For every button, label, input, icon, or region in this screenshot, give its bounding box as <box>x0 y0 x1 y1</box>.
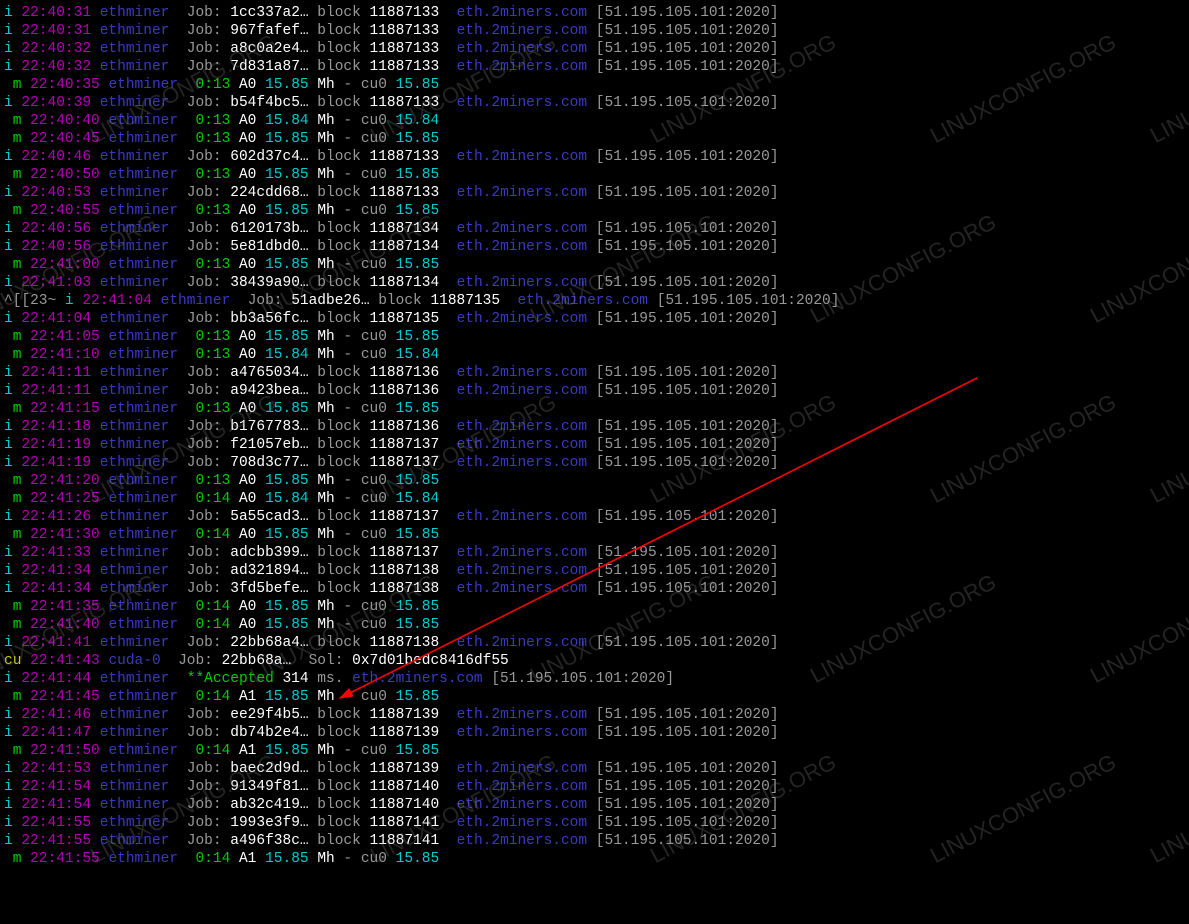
log-line: m 22:41:45 ethminer 0:14 A1 15.85 Mh - c… <box>4 688 1185 706</box>
log-line: m 22:41:35 ethminer 0:14 A0 15.85 Mh - c… <box>4 598 1185 616</box>
log-line: i 22:41:54 ethminer Job: 91349f81… block… <box>4 778 1185 796</box>
log-line: i 22:41:41 ethminer Job: 22bb68a4… block… <box>4 634 1185 652</box>
log-line: i 22:40:31 ethminer Job: 1cc337a2… block… <box>4 4 1185 22</box>
log-line: i 22:41:34 ethminer Job: 3fd5befe… block… <box>4 580 1185 598</box>
log-line: i 22:40:31 ethminer Job: 967fafef… block… <box>4 22 1185 40</box>
log-line: i 22:40:46 ethminer Job: 602d37c4… block… <box>4 148 1185 166</box>
log-line: i 22:41:44 ethminer **Accepted 314 ms. e… <box>4 670 1185 688</box>
log-line: i 22:41:03 ethminer Job: 38439a90… block… <box>4 274 1185 292</box>
log-line: i 22:40:39 ethminer Job: b54f4bc5… block… <box>4 94 1185 112</box>
log-line: m 22:41:25 ethminer 0:14 A0 15.84 Mh - c… <box>4 490 1185 508</box>
log-line: i 22:41:55 ethminer Job: a496f38c… block… <box>4 832 1185 850</box>
log-line: m 22:40:50 ethminer 0:13 A0 15.85 Mh - c… <box>4 166 1185 184</box>
log-line: m 22:40:35 ethminer 0:13 A0 15.85 Mh - c… <box>4 76 1185 94</box>
log-line: i 22:40:53 ethminer Job: 224cdd68… block… <box>4 184 1185 202</box>
log-line: m 22:40:40 ethminer 0:13 A0 15.84 Mh - c… <box>4 112 1185 130</box>
log-line: i 22:41:19 ethminer Job: 708d3c77… block… <box>4 454 1185 472</box>
terminal-output: i 22:40:31 ethminer Job: 1cc337a2… block… <box>4 4 1185 868</box>
log-line: cu 22:41:43 cuda-0 Job: 22bb68a… Sol: 0x… <box>4 652 1185 670</box>
log-line: i 22:41:47 ethminer Job: db74b2e4… block… <box>4 724 1185 742</box>
log-line: i 22:40:56 ethminer Job: 5e81dbd0… block… <box>4 238 1185 256</box>
log-line: i 22:41:46 ethminer Job: ee29f4b5… block… <box>4 706 1185 724</box>
log-line: ^[[23~ i 22:41:04 ethminer Job: 51adbe26… <box>4 292 1185 310</box>
log-line: m 22:41:20 ethminer 0:13 A0 15.85 Mh - c… <box>4 472 1185 490</box>
log-line: m 22:41:55 ethminer 0:14 A1 15.85 Mh - c… <box>4 850 1185 868</box>
log-line: i 22:41:33 ethminer Job: adcbb399… block… <box>4 544 1185 562</box>
log-line: m 22:40:55 ethminer 0:13 A0 15.85 Mh - c… <box>4 202 1185 220</box>
log-line: m 22:41:15 ethminer 0:13 A0 15.85 Mh - c… <box>4 400 1185 418</box>
log-line: i 22:40:32 ethminer Job: 7d831a87… block… <box>4 58 1185 76</box>
log-line: i 22:41:04 ethminer Job: bb3a56fc… block… <box>4 310 1185 328</box>
log-line: i 22:41:55 ethminer Job: 1993e3f9… block… <box>4 814 1185 832</box>
log-line: i 22:41:34 ethminer Job: ad321894… block… <box>4 562 1185 580</box>
log-line: m 22:41:40 ethminer 0:14 A0 15.85 Mh - c… <box>4 616 1185 634</box>
log-line: m 22:41:30 ethminer 0:14 A0 15.85 Mh - c… <box>4 526 1185 544</box>
log-line: m 22:41:50 ethminer 0:14 A1 15.85 Mh - c… <box>4 742 1185 760</box>
log-line: i 22:41:19 ethminer Job: f21057eb… block… <box>4 436 1185 454</box>
log-line: i 22:41:11 ethminer Job: a4765034… block… <box>4 364 1185 382</box>
log-line: i 22:41:26 ethminer Job: 5a55cad3… block… <box>4 508 1185 526</box>
log-line: i 22:40:32 ethminer Job: a8c0a2e4… block… <box>4 40 1185 58</box>
log-line: i 22:41:54 ethminer Job: ab32c419… block… <box>4 796 1185 814</box>
log-line: i 22:41:11 ethminer Job: a9423bea… block… <box>4 382 1185 400</box>
log-line: i 22:41:18 ethminer Job: b1767783… block… <box>4 418 1185 436</box>
log-line: i 22:41:53 ethminer Job: baec2d9d… block… <box>4 760 1185 778</box>
log-line: m 22:41:10 ethminer 0:13 A0 15.84 Mh - c… <box>4 346 1185 364</box>
log-line: m 22:41:05 ethminer 0:13 A0 15.85 Mh - c… <box>4 328 1185 346</box>
log-line: i 22:40:56 ethminer Job: 6120173b… block… <box>4 220 1185 238</box>
log-line: m 22:41:00 ethminer 0:13 A0 15.85 Mh - c… <box>4 256 1185 274</box>
log-line: m 22:40:45 ethminer 0:13 A0 15.85 Mh - c… <box>4 130 1185 148</box>
